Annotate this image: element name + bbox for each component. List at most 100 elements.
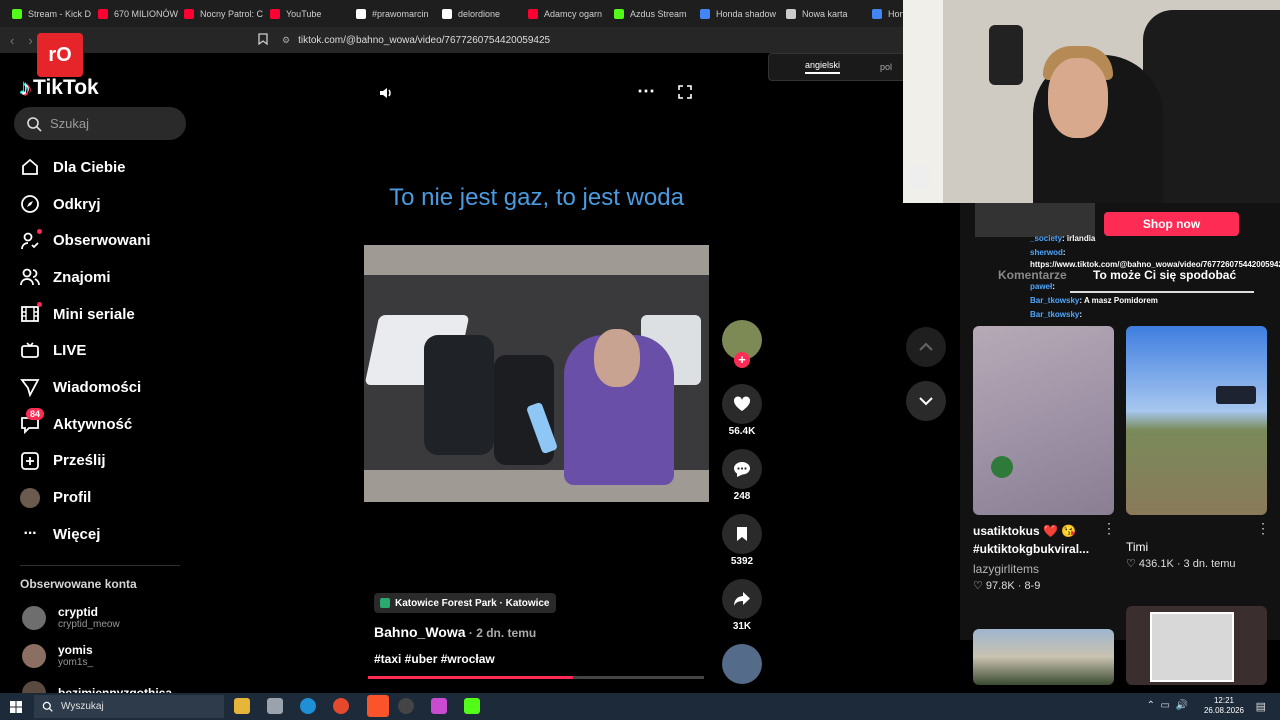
sidebar-item-znajomi[interactable]: Znajomi — [20, 259, 190, 296]
account-handle: cryptid_meow — [58, 619, 120, 630]
share-button[interactable] — [722, 579, 762, 619]
sidebar-item-obserwowani[interactable]: Obserwowani — [20, 222, 190, 259]
more-options-icon[interactable]: ⋯ — [637, 81, 655, 102]
language-switch[interactable]: angielski pol — [768, 53, 908, 81]
sidebar-item-prześlij[interactable]: Prześlij — [20, 443, 190, 480]
sidebar-item-mini-seriale[interactable]: Mini seriale — [20, 296, 190, 333]
tab-label: #prawomarcin — [372, 8, 429, 19]
language-other[interactable]: pol — [880, 62, 892, 72]
card-1-author[interactable]: lazygirlitems — [973, 562, 1039, 576]
card-2-more-icon[interactable]: ⋮ — [1256, 520, 1270, 537]
url-field[interactable]: ⚙ tiktok.com/@bahno_wowa/video/767726075… — [258, 30, 898, 50]
sidebar-item-label: LIVE — [53, 342, 87, 360]
browser-tab[interactable]: #prawomarcin — [350, 3, 436, 25]
like-button[interactable] — [722, 384, 762, 424]
chat-user: _society — [1030, 234, 1063, 243]
avatar — [22, 643, 46, 668]
previous-video-button[interactable] — [906, 327, 946, 367]
site-info-icon[interactable]: ⚙ — [282, 35, 290, 46]
profile-avatar — [20, 487, 40, 508]
following-icon — [20, 228, 42, 251]
tab-favicon-icon — [872, 8, 882, 19]
taskbar-clock[interactable]: 12:21 26.08.2026 — [1204, 696, 1244, 716]
search-icon — [42, 701, 53, 712]
chat-message: Bar_tkowsky: A masz Pomidorem — [1030, 295, 1280, 307]
video-frame — [364, 275, 709, 485]
chevron-up-icon — [919, 342, 933, 351]
comment-button[interactable] — [722, 449, 762, 489]
tab-label: Honda shadow — [716, 8, 777, 19]
compass-icon — [20, 194, 40, 214]
tab-label: Adamcy ogarn — [544, 8, 603, 19]
browser-tab[interactable]: delordione — [436, 3, 522, 25]
chat-user: sherwod — [1030, 248, 1063, 257]
sidebar-item-live[interactable]: LIVE — [20, 332, 190, 369]
card-1-title[interactable]: usatiktokus ❤️ 😘 #uktiktokgbukviral... — [973, 522, 1098, 558]
bookmark-icon[interactable] — [258, 32, 268, 48]
system-tray-icons[interactable]: ⌃ ▭ 🔊 — [1147, 700, 1188, 711]
video-player[interactable] — [364, 245, 709, 502]
app-icon-2[interactable] — [431, 698, 447, 714]
chat-user: Bar_tkowsky — [1030, 310, 1080, 319]
chat-message: Bar_tkowsky: — [1030, 309, 1280, 321]
app-icon[interactable] — [267, 698, 283, 714]
sidebar-item-label: Obserwowani — [53, 232, 151, 250]
browser-tab[interactable]: Adamcy ogarn — [522, 3, 608, 25]
forward-icon[interactable]: › — [28, 33, 32, 48]
sidebar-item-dla-ciebie[interactable]: Dla Ciebie — [20, 149, 190, 186]
windows-start-icon[interactable] — [10, 701, 22, 713]
fullscreen-icon[interactable] — [678, 85, 692, 104]
back-icon[interactable]: ‹ — [10, 33, 14, 48]
chat-text: irlandia — [1064, 234, 1096, 243]
suggested-video-thumb-4[interactable] — [1126, 606, 1267, 685]
creator-avatar[interactable]: + — [722, 320, 762, 368]
video-author[interactable]: Bahno_Wowa · 2 dn. temu — [374, 624, 536, 640]
like-count: 56.4K — [728, 426, 756, 437]
edge-icon[interactable] — [300, 698, 316, 714]
save-button[interactable] — [722, 514, 762, 554]
browser-tab[interactable]: 670 MILIONÓW — [92, 3, 178, 25]
taskbar-search[interactable]: Wyszukaj — [34, 695, 224, 718]
suggested-video-thumb-3[interactable] — [973, 629, 1114, 685]
card-1-more-icon[interactable]: ⋮ — [1102, 520, 1116, 537]
video-progress-bar[interactable] — [368, 676, 704, 679]
followed-account[interactable]: cryptid cryptid_meow — [22, 605, 120, 630]
sidebar-item-więcej[interactable]: ··· Więcej — [20, 516, 190, 553]
gaming-chair — [1143, 10, 1280, 203]
kick-icon[interactable] — [464, 698, 480, 714]
sound-avatar[interactable] — [722, 644, 762, 684]
language-active[interactable]: angielski — [805, 60, 841, 74]
card-2-title[interactable]: Timi — [1126, 538, 1148, 556]
suggested-video-thumb-2[interactable] — [1126, 326, 1267, 515]
follow-plus-icon[interactable]: + — [734, 352, 750, 368]
sidebar-item-wiadomości[interactable]: Wiadomości — [20, 369, 190, 406]
browser-tab[interactable]: Honda shadow — [694, 3, 780, 25]
file-explorer-icon[interactable] — [234, 698, 250, 714]
chrome-icon[interactable] — [333, 698, 349, 714]
sidebar-item-profil[interactable]: Profil — [20, 479, 190, 516]
notification-icon[interactable]: ▤ — [1256, 700, 1266, 713]
browser-tab[interactable]: Nowa karta — [780, 3, 866, 25]
suggested-video-thumb-1[interactable] — [973, 326, 1114, 515]
browser-tab[interactable]: Nocny Patrol: C — [178, 3, 264, 25]
tiktok-logo[interactable]: ♪ TikTok — [20, 75, 99, 101]
followed-account[interactable]: yomis yom1s_ — [22, 643, 93, 668]
browser-tab[interactable]: YouTube — [264, 3, 350, 25]
video-hashtags[interactable]: #taxi #uber #wrocław — [374, 652, 495, 666]
tab-favicon-icon — [184, 8, 194, 19]
next-video-button[interactable] — [906, 381, 946, 421]
search-input[interactable]: Szukaj — [14, 107, 186, 140]
brave-icon[interactable] — [367, 695, 389, 717]
obs-icon[interactable] — [398, 698, 414, 714]
sidebar-item-odkryj[interactable]: Odkryj — [20, 186, 190, 223]
author-name: Bahno_Wowa — [374, 624, 466, 640]
sidebar-item-aktywność[interactable]: 84 Aktywność — [20, 406, 190, 443]
location-tag[interactable]: Katowice Forest Park · Katowice — [374, 593, 556, 613]
avatar — [22, 605, 46, 630]
sidebar-item-label: Mini seriale — [53, 305, 135, 323]
sidebar-menu: Dla Ciebie Odkryj Obserwowani Znajomi Mini s… — [20, 149, 190, 553]
card-2-stats: ♡ 436.1K · 3 dn. temu — [1126, 558, 1236, 570]
browser-tab[interactable]: Stream - Kick D — [6, 3, 92, 25]
browser-tab[interactable]: Azdus Stream — [608, 3, 694, 25]
volume-icon[interactable] — [378, 85, 394, 106]
